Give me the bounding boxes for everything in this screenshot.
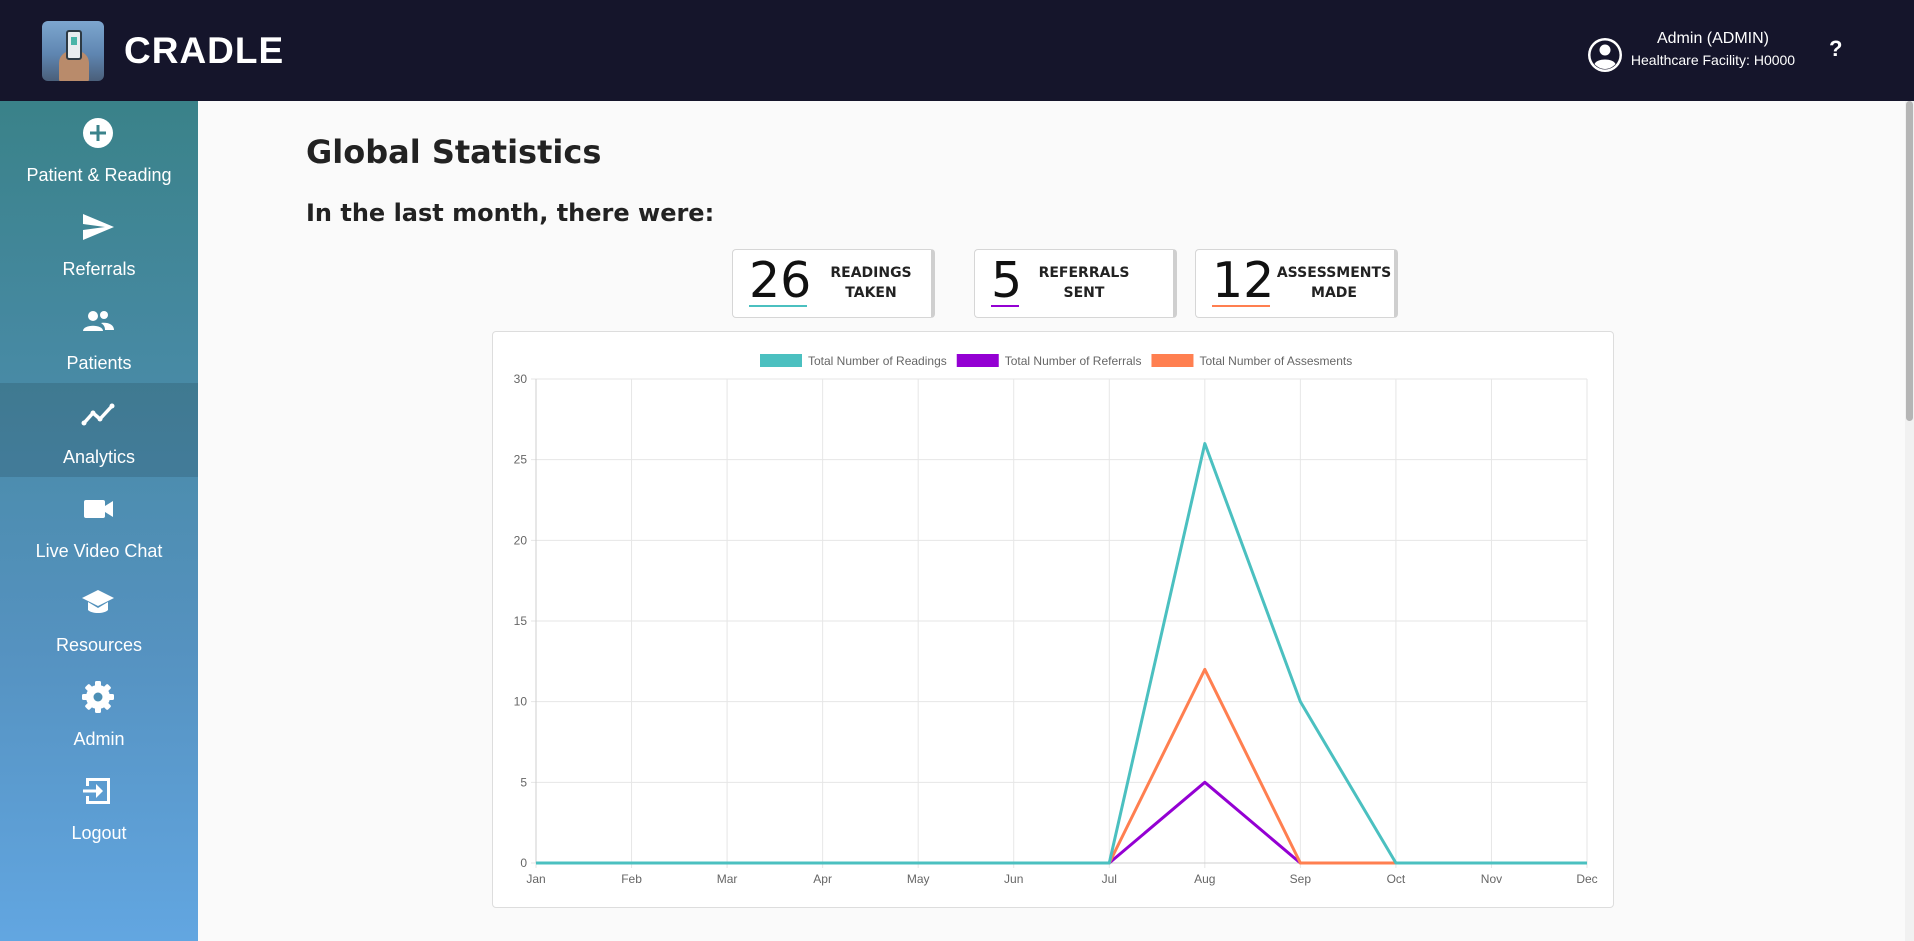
analytics-icon bbox=[81, 403, 115, 426]
sidebar-item-patient-reading[interactable]: Patient & Reading bbox=[0, 101, 198, 195]
sidebar-item-patients[interactable]: Patients bbox=[0, 289, 198, 383]
sidebar-item-label: Patients bbox=[66, 353, 132, 373]
x-tick-label: Nov bbox=[1481, 872, 1502, 886]
stat-label: REFERRALS SENT bbox=[1029, 263, 1139, 303]
logo-device-shape bbox=[66, 30, 82, 60]
logout-icon bbox=[83, 778, 110, 804]
school-icon bbox=[82, 590, 114, 613]
stat-label-line2: MADE bbox=[1311, 285, 1357, 301]
legend-swatch bbox=[1151, 354, 1194, 367]
legend-swatch bbox=[760, 354, 802, 367]
stat-label: ASSESSMENTS MADE bbox=[1276, 263, 1392, 303]
brand-title[interactable]: CRADLE bbox=[124, 30, 284, 72]
sidebar-item-analytics[interactable]: Analytics bbox=[0, 383, 198, 477]
cradle-logo[interactable] bbox=[42, 21, 104, 81]
series-line-0 bbox=[536, 442, 1587, 865]
stat-label-line1: READINGS bbox=[830, 265, 912, 281]
video-camera-icon bbox=[84, 500, 113, 518]
x-tick-label: May bbox=[907, 872, 930, 886]
sidebar-item-resources[interactable]: Resources bbox=[0, 571, 198, 665]
y-tick-label: 20 bbox=[514, 533, 528, 547]
stat-underline bbox=[991, 305, 1019, 307]
y-tick-label: 0 bbox=[520, 856, 527, 870]
x-tick-label: Dec bbox=[1576, 872, 1597, 886]
stat-label-line2: TAKEN bbox=[845, 285, 897, 301]
plus-circle-icon bbox=[83, 118, 113, 148]
account-circle-icon[interactable] bbox=[1587, 37, 1623, 73]
user-facility: Healthcare Facility: H0000 bbox=[1630, 52, 1796, 68]
stat-card-readings: 26 READINGS TAKEN bbox=[732, 249, 935, 318]
page-subtitle: In the last month, there were: bbox=[306, 199, 715, 227]
y-tick-label: 30 bbox=[514, 372, 528, 386]
y-tick-label: 10 bbox=[514, 695, 528, 709]
legend-swatch bbox=[956, 354, 999, 367]
series-line-1 bbox=[536, 780, 1587, 865]
sidebar-item-label: Resources bbox=[55, 635, 143, 655]
sidebar-item-referrals[interactable]: Referrals bbox=[0, 195, 198, 289]
y-tick-label: 15 bbox=[514, 614, 528, 628]
y-tick-label: 25 bbox=[514, 453, 528, 467]
stat-label-line1: ASSESSMENTS bbox=[1276, 265, 1392, 281]
sidebar-item-label: Live Video Chat bbox=[35, 541, 163, 561]
stat-label-line1: REFERRALS bbox=[1038, 265, 1130, 281]
help-button[interactable]: ? bbox=[1829, 36, 1842, 62]
x-tick-label: Oct bbox=[1387, 872, 1406, 886]
stat-value: 26 bbox=[749, 252, 812, 309]
stat-label-line2: SENT bbox=[1063, 285, 1105, 301]
x-tick-label: Feb bbox=[621, 872, 642, 886]
sidebar-item-label: Admin bbox=[73, 729, 125, 749]
page-title: Global Statistics bbox=[306, 133, 602, 171]
line-chart: 0 5 10 15 20 25 30 Jan Feb Mar Apr May Jun Jul Aug Sep O… bbox=[514, 354, 1598, 886]
x-tick-label: Jul bbox=[1102, 872, 1117, 886]
y-tick-label: 5 bbox=[520, 775, 527, 789]
stat-card-assessments: 12 ASSESSMENTS MADE bbox=[1195, 249, 1398, 318]
x-tick-label: Aug bbox=[1194, 872, 1215, 886]
series-line-2 bbox=[536, 667, 1587, 865]
send-icon bbox=[83, 214, 114, 240]
stat-underline bbox=[749, 305, 807, 307]
legend-label: Total Number of Readings bbox=[808, 354, 947, 368]
x-tick-label: Apr bbox=[813, 872, 832, 886]
stat-value: 5 bbox=[991, 252, 1023, 309]
legend-label: Total Number of Referrals bbox=[1005, 354, 1142, 368]
analytics-chart: 0 5 10 15 20 25 30 Jan Feb Mar Apr May Jun Jul Aug Sep O… bbox=[492, 331, 1614, 908]
x-tick-label: Mar bbox=[717, 872, 738, 886]
x-tick-label: Jan bbox=[526, 872, 545, 886]
stat-card-referrals: 5 REFERRALS SENT bbox=[974, 249, 1177, 318]
stat-label: READINGS TAKEN bbox=[821, 263, 921, 303]
sidebar: Patient & Reading Referrals Patients Ana… bbox=[0, 101, 198, 941]
sidebar-item-label: Referrals bbox=[62, 259, 136, 279]
sidebar-item-label: Logout bbox=[71, 823, 127, 843]
people-icon bbox=[83, 311, 114, 331]
sidebar-item-logout[interactable]: Logout bbox=[0, 759, 198, 853]
legend-label: Total Number of Assesments bbox=[1199, 354, 1352, 368]
x-tick-label: Sep bbox=[1290, 872, 1312, 886]
sidebar-item-admin[interactable]: Admin bbox=[0, 665, 198, 759]
x-tick-label: Jun bbox=[1004, 872, 1023, 886]
sidebar-item-label: Patient & Reading bbox=[26, 165, 172, 185]
stat-underline bbox=[1212, 305, 1270, 307]
user-name: Admin (ADMIN) bbox=[1656, 30, 1769, 47]
sidebar-item-label: Analytics bbox=[62, 447, 136, 467]
gear-icon bbox=[82, 681, 114, 713]
scrollbar-thumb[interactable] bbox=[1906, 101, 1913, 421]
stat-value: 12 bbox=[1212, 252, 1275, 309]
top-bar: CRADLE Admin (ADMIN) Healthcare Facility… bbox=[0, 0, 1914, 101]
sidebar-item-live-video-chat[interactable]: Live Video Chat bbox=[0, 477, 198, 571]
